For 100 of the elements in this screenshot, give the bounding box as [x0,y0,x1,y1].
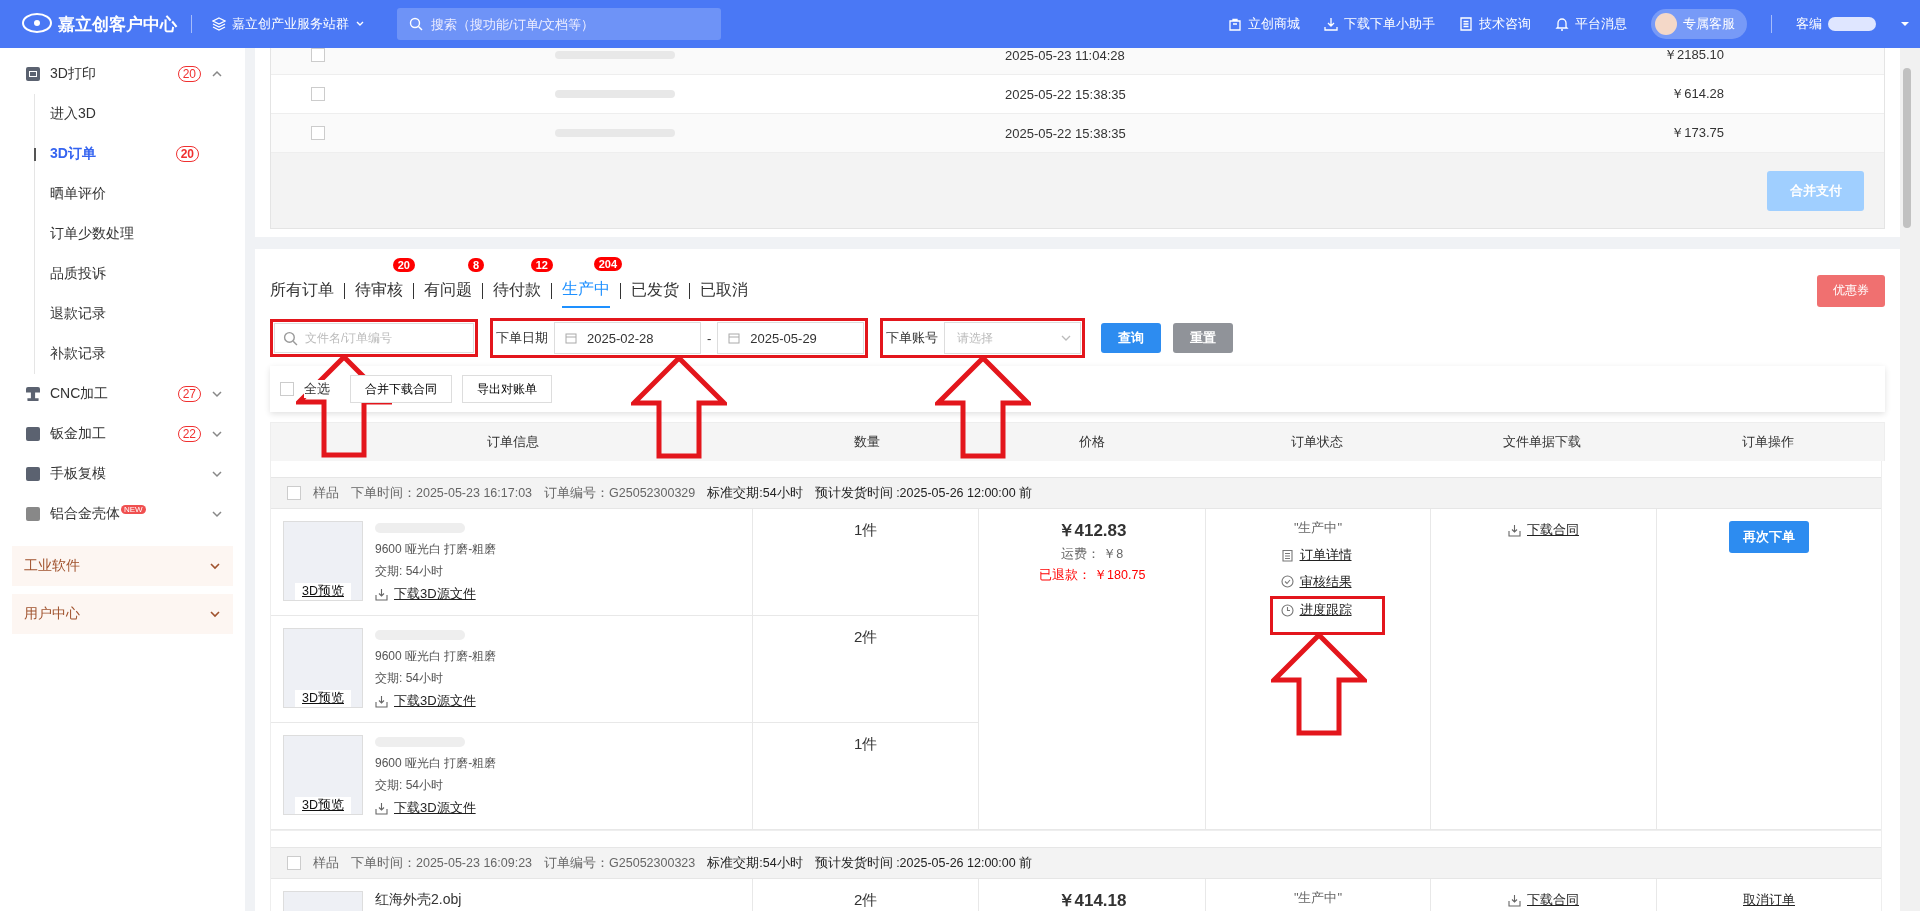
sidebar-subitem[interactable]: 3D订单 20 [35,134,245,174]
order-type: 样品 [313,854,339,872]
sidebar-section[interactable]: 工业软件 [12,546,233,586]
sidebar-item[interactable]: 钣金加工 22 [0,414,245,454]
download-icon [375,587,388,601]
download-icon [1508,893,1521,907]
material-spec: 9600 哑光白 打磨-粗磨 [375,541,497,558]
preview-link[interactable]: 3D预览 [295,797,351,814]
header-link[interactable]: 下载下单小助手 [1324,15,1435,33]
site-switcher[interactable]: 嘉立创产业服务站群 [206,14,371,34]
model-thumbnail[interactable]: 3D预览 [283,628,363,708]
sidebar-item[interactable]: CNC加工 27 [0,374,245,414]
header-link[interactable]: 技术咨询 [1459,15,1531,33]
chevron-icon [209,608,221,620]
cancel-order-link[interactable]: 取消订单 [1743,891,1795,909]
checkbox[interactable] [287,486,301,500]
count-badge: 20 [392,258,415,272]
model-thumbnail[interactable]: 3D预览 [283,735,363,815]
download-icon [375,694,388,708]
sidebar-subitem[interactable]: 补款记录 [35,334,245,374]
header-link[interactable]: 立创商城 [1228,15,1300,33]
sidebar-section[interactable]: 用户中心 [12,594,233,634]
sidebar-subitem[interactable]: 品质投诉 [35,254,245,294]
category-icon [26,507,40,521]
order-status: "生产中" [1293,889,1343,907]
quantity: 2件 [753,616,979,722]
item-lead-time: 交期: 54小时 [375,563,443,580]
quantity: 2件 [753,879,979,911]
sidebar-item[interactable]: 铝合金壳体 $^{NEW}$ [0,494,245,534]
toolbar-button[interactable]: 合并下载合同 [350,375,452,403]
order-type: 样品 [313,484,339,502]
search-field[interactable]: 文件名/订单编号 [274,323,474,353]
category-icon [26,427,40,441]
quantity: 1件 [753,723,979,829]
sidebar-item[interactable]: 手板复模 [0,454,245,494]
order-tab[interactable]: 已取消 [700,274,748,307]
column-header: 价格 [1078,433,1106,451]
ship-time: 预计发货时间 :2025-05-26 12:00:00 前 [814,484,1033,502]
contract-download-link[interactable]: 下载合同 [1508,891,1579,909]
material-spec: 9600 哑光白 打磨-粗磨 [375,648,497,665]
doc-icon [1459,17,1473,31]
date-field[interactable]: 2025-05-29 [717,322,865,354]
count-badge: 8 [467,258,484,272]
order-time: 下单时间：2025-05-23 16:09:23 [351,854,533,872]
status-link[interactable]: 订单详情 [1280,546,1352,564]
column-header: 订单操作 [1740,433,1795,451]
lead-time: 标准交期:54小时 [707,484,803,502]
order-number: 订单编号：G25052300329 [544,484,696,502]
checkbox[interactable] [311,126,325,140]
column-header: 订单状态 [1290,433,1344,451]
sidebar-subitem[interactable]: 退款记录 [35,294,245,334]
checkbox[interactable] [280,382,294,396]
checkbox[interactable] [287,856,301,870]
range-separator: - [706,330,713,346]
column-header: 数量 [852,433,881,451]
category-icon [26,387,40,401]
item-lead-time: 交期: 54小时 [375,670,443,687]
column-header: 文件单据下载 [1501,433,1582,451]
search-icon [283,330,298,346]
select-all-label: 全选 [304,380,330,398]
preview-link[interactable]: 3D预览 [295,583,351,600]
lead-time: 标准交期:54小时 [707,854,803,872]
column-header: 订单信息 [485,433,540,451]
download-link[interactable]: 下载3D源文件 [375,692,476,710]
order-tab[interactable]: 已发货 [631,274,679,307]
order-time: 下单时间：2025-05-23 16:17:03 [351,484,533,502]
sidebar-subitem[interactable]: 进入3D [35,94,245,134]
sidebar-subitem[interactable]: 晒单评价 [35,174,245,214]
toolbar-button[interactable]: 导出对账单 [462,375,552,403]
count-badge: 204 [593,257,622,271]
calendar-icon [728,332,741,344]
table-cell: ￥173.75 [1671,124,1724,142]
date-field[interactable]: 2025-02-28 [554,322,701,354]
table-cell-text: 2025-05-22 15:38:35 [1005,125,1127,141]
model-thumbnail[interactable]: 3D预览 [283,521,363,601]
checkbox[interactable] [311,87,325,101]
sidebar-item[interactable]: 3D打印 20 [0,54,245,94]
download-icon [375,801,388,815]
table-cell-text: 2025-05-22 15:38:35 [1005,86,1127,102]
order-tab[interactable]: 所有订单 [270,274,334,307]
download-link[interactable]: 下载3D源文件 [375,585,476,603]
bell-icon [1555,17,1569,31]
caret-icon[interactable] [1900,19,1910,29]
document-icon [1280,548,1294,562]
scrollbar-thumb[interactable] [1903,68,1911,228]
brand-title: 嘉立创客户中心 [58,13,177,36]
header-link[interactable]: 平台消息 [1555,15,1627,33]
layers-icon [212,17,226,31]
order-price: ￥412.83 [1057,520,1127,542]
count-badge: 12 [530,258,553,272]
download-link[interactable]: 下载3D源文件 [375,799,476,817]
shipping-fee: 运费： ￥8 [1060,546,1124,563]
order-price: ￥414.18 [1057,890,1127,911]
order-status: "生产中" [1293,519,1343,537]
contract-download-link[interactable]: 下载合同 [1508,521,1579,539]
order-number: 订单编号：G25052300323 [544,854,696,872]
checkbox[interactable] [311,48,325,62]
status-link[interactable]: 审核结果 [1280,572,1352,591]
preview-link[interactable]: 3D预览 [295,690,351,707]
sidebar-subitem[interactable]: 订单少数处理 [35,214,245,254]
